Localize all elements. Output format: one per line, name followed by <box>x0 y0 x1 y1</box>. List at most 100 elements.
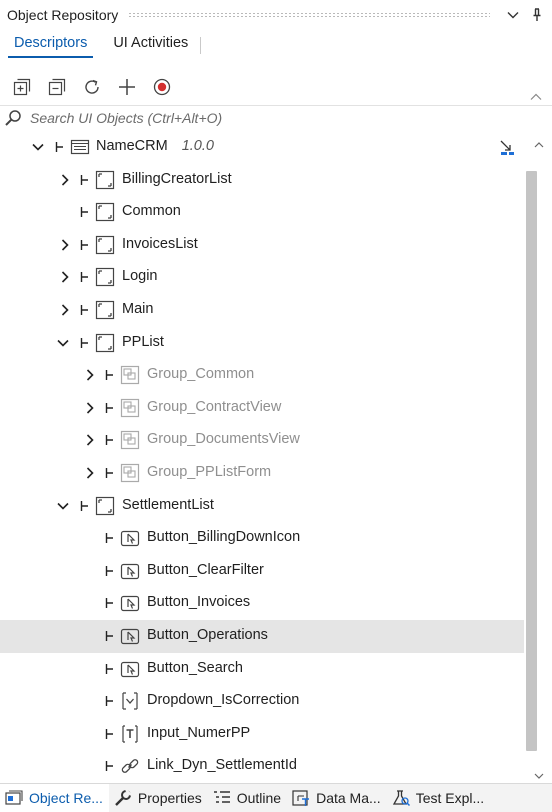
pin-icon <box>80 270 90 284</box>
chevron-down-icon[interactable] <box>504 6 522 24</box>
chevron-down-icon[interactable] <box>57 337 69 349</box>
tree-item-label: InvoicesList <box>122 235 198 252</box>
tree-item-label: Button_ClearFilter <box>147 561 264 578</box>
tree-item[interactable]: BillingCreatorList <box>0 164 524 197</box>
bottom-tab-outline[interactable]: Outline <box>208 784 287 812</box>
group-icon <box>120 463 140 483</box>
vertical-scrollbar[interactable] <box>524 131 552 781</box>
add-icon[interactable] <box>115 75 139 99</box>
scroll-up-icon[interactable] <box>534 136 544 148</box>
search-icon <box>2 107 24 129</box>
button-element-icon <box>120 659 140 679</box>
tree-item[interactable]: SettlementList <box>0 490 524 523</box>
tab-ui-activities[interactable]: UI Activities <box>99 30 200 61</box>
chevron-right-icon[interactable] <box>84 369 96 381</box>
root-version: 1.0.0 <box>181 138 214 154</box>
group-icon <box>120 430 140 450</box>
tree-item-label: Dropdown_IsCorrection <box>147 692 300 709</box>
input-element-icon <box>120 724 140 744</box>
bottom-tab-label: Test Expl... <box>415 790 485 806</box>
chevron-right-icon[interactable] <box>84 402 96 414</box>
pin-icon[interactable] <box>528 6 546 24</box>
scrollbar-thumb[interactable] <box>526 171 537 751</box>
chevron-right-icon[interactable] <box>59 174 71 186</box>
tree-item[interactable]: Link_Dyn_SettlementId <box>0 750 524 781</box>
pin-icon <box>80 336 90 350</box>
tree-item-label: Button_Operations <box>147 627 268 643</box>
tree-item-label: Input_NumerPP <box>147 724 251 741</box>
tree-item[interactable]: Group_PPListForm <box>0 457 524 490</box>
chevron-down-icon[interactable] <box>32 141 44 153</box>
wrench-icon <box>113 789 133 807</box>
tree-item[interactable]: PPList <box>0 327 524 360</box>
scroll-down-icon[interactable] <box>534 767 544 779</box>
dropdown-element-icon <box>120 691 140 711</box>
tree-item[interactable]: Group_Common <box>0 359 524 392</box>
tree-item-label: Login <box>122 268 158 285</box>
tree-item-label: Button_BillingDownIcon <box>147 529 301 546</box>
toolbar <box>0 70 552 104</box>
bottom-tab-label: Object Re... <box>29 790 103 806</box>
chevron-down-icon[interactable] <box>57 500 69 512</box>
pin-icon <box>105 433 115 447</box>
refresh-icon[interactable] <box>80 75 104 99</box>
screen-icon <box>95 267 115 287</box>
tree-root-row[interactable]: NameCRM 1.0.0 <box>0 131 524 164</box>
chevron-right-icon[interactable] <box>84 434 96 446</box>
button-element-icon <box>120 593 140 613</box>
tree-item-label: Group_DocumentsView <box>147 431 300 448</box>
tree-item-label: Button_Search <box>147 659 243 676</box>
screen-icon <box>95 333 115 353</box>
tree-item[interactable]: Group_ContractView <box>0 392 524 425</box>
screen-icon <box>95 170 115 190</box>
link-icon <box>120 756 140 776</box>
tree-item-label: Group_ContractView <box>147 398 282 415</box>
tab-strip: Descriptors UI Activities <box>0 30 552 61</box>
tree-item-label: BillingCreatorList <box>122 170 232 187</box>
bottom-tab-test-explorer[interactable]: Test Expl... <box>387 784 490 812</box>
tree-item[interactable]: Login <box>0 261 524 294</box>
data-manager-icon <box>291 789 311 807</box>
drag-grip[interactable] <box>128 12 490 18</box>
bottom-tab-data-manager[interactable]: Data Ma... <box>287 784 387 812</box>
pin-icon <box>80 499 90 513</box>
pin-icon <box>105 564 115 578</box>
tree-item[interactable]: Common <box>0 196 524 229</box>
tree-item[interactable]: Dropdown_IsCorrection <box>0 685 524 718</box>
tree-item-label: Button_Invoices <box>147 594 251 611</box>
tree-item[interactable]: Group_DocumentsView <box>0 424 524 457</box>
screen-icon <box>95 202 115 222</box>
record-icon[interactable] <box>150 75 174 99</box>
test-explorer-icon <box>391 789 411 807</box>
panel-titlebar: Object Repository <box>0 0 552 30</box>
chevron-right-icon[interactable] <box>59 239 71 251</box>
bottom-tab-label: Outline <box>236 790 282 806</box>
tree-item[interactable]: Button_BillingDownIcon <box>0 522 524 555</box>
tree-item-label: PPList <box>122 333 164 350</box>
toolbar-scroll-up-icon[interactable] <box>530 88 542 100</box>
tree-item[interactable]: InvoicesList <box>0 229 524 262</box>
chevron-right-icon[interactable] <box>84 467 96 479</box>
bottom-tab-properties[interactable]: Properties <box>109 784 208 812</box>
tree-item[interactable]: Main <box>0 294 524 327</box>
import-icon[interactable] <box>498 139 516 157</box>
screen-icon <box>95 496 115 516</box>
chevron-right-icon[interactable] <box>59 304 71 316</box>
tree-item[interactable]: Button_Invoices <box>0 587 524 620</box>
collapse-all-icon[interactable] <box>45 75 69 99</box>
tree-item[interactable]: Button_Search <box>0 653 524 686</box>
tree-item-label: Main <box>122 301 154 317</box>
search-input[interactable] <box>30 110 510 126</box>
screen-icon <box>95 300 115 320</box>
tab-descriptors[interactable]: Descriptors <box>0 30 99 61</box>
tree-item[interactable]: Input_NumerPP <box>0 718 524 751</box>
group-icon <box>120 365 140 385</box>
chevron-right-icon[interactable] <box>59 271 71 283</box>
button-element-icon <box>120 528 140 548</box>
tree-item[interactable]: Button_ClearFilter <box>0 555 524 588</box>
tree-item[interactable]: Button_Operations <box>0 620 524 653</box>
group-icon <box>120 398 140 418</box>
expand-all-icon[interactable] <box>10 75 34 99</box>
bottom-tab-object-repository[interactable]: Object Re... <box>0 783 109 812</box>
pin-icon <box>105 662 115 676</box>
